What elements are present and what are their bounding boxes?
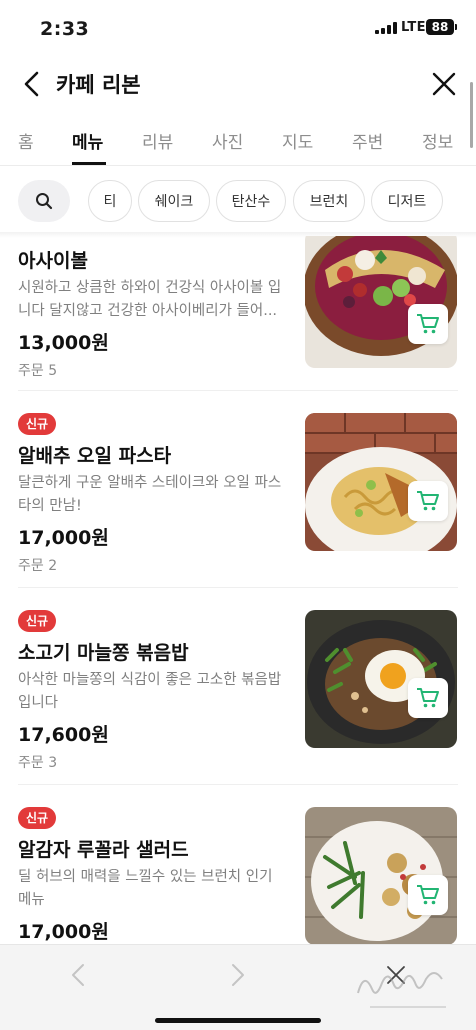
back-button[interactable] xyxy=(16,68,48,100)
tab-home[interactable]: 홈 xyxy=(18,128,34,153)
cart-icon xyxy=(417,491,439,511)
tab-reviews[interactable]: 리뷰 xyxy=(142,128,173,153)
page-title: 카페 리본 xyxy=(56,73,141,97)
cart-icon xyxy=(417,314,439,334)
search-icon xyxy=(36,193,53,210)
menu-item-description: 달큰하게 구운 알배추 스테이크와 오일 파스타의 만남! xyxy=(18,475,282,514)
tab-map[interactable]: 지도 xyxy=(282,128,313,153)
tab-info[interactable]: 정보 xyxy=(422,128,453,153)
menu-item[interactable]: 신규 알배추 오일 파스타 달큰하게 구운 알배추 스테이크와 오일 파스타의 … xyxy=(0,391,476,588)
menu-item-description: 시원하고 상큼한 하와이 건강식 아사이볼 입니다 달지않고 건강한 아사이베리… xyxy=(18,280,282,319)
watermark-logo xyxy=(357,972,446,1008)
menu-item-orders: 주문 2 xyxy=(18,558,58,574)
tab-bar: 홈 메뉴 리뷰 사진 지도 주변 정보 xyxy=(0,120,476,166)
header: 카페 리본 xyxy=(0,60,476,106)
filter-chip-dessert[interactable]: 디저트 xyxy=(371,180,443,222)
menu-item-price: 13,000원 xyxy=(18,332,109,354)
menu-list: 아사이볼 시원하고 상큼한 하와이 건강식 아사이볼 입니다 달지않고 건강한 … xyxy=(0,236,476,944)
filter-bar: 티 쉐이크 탄산수 브런치 디저트 xyxy=(0,180,476,224)
status-time: 2:33 xyxy=(40,18,90,40)
cart-icon xyxy=(417,688,439,708)
add-to-cart-button[interactable] xyxy=(408,875,448,915)
menu-item-photo xyxy=(305,236,457,368)
tab-nearby[interactable]: 주변 xyxy=(352,128,383,153)
chevron-left-icon xyxy=(72,964,84,986)
menu-item[interactable]: 신규 소고기 마늘쫑 볶음밥 아삭한 마늘쫑의 식감이 좋은 고소한 볶음밥 입… xyxy=(0,588,476,785)
active-tab-indicator xyxy=(72,162,106,165)
add-to-cart-button[interactable] xyxy=(408,304,448,344)
menu-item-name: 알감자 루꼴라 샐러드 xyxy=(18,839,189,861)
chevron-right-icon xyxy=(232,964,244,986)
cart-icon xyxy=(417,885,439,905)
menu-item[interactable]: 신규 알감자 루꼴라 샐러드 딜 허브의 매력을 느낄수 있는 브런치 인기 메… xyxy=(0,785,476,944)
chevron-left-icon xyxy=(24,71,39,97)
menu-item-price: 17,000원 xyxy=(18,921,109,943)
menu-item-name: 아사이볼 xyxy=(18,250,88,272)
menu-item-price: 17,000원 xyxy=(18,527,109,549)
search-button[interactable] xyxy=(18,180,70,222)
tab-photos[interactable]: 사진 xyxy=(212,128,243,153)
tab-menu[interactable]: 메뉴 xyxy=(72,128,103,153)
menu-item-price: 17,600원 xyxy=(18,724,109,746)
menu-item-orders: 주문 3 xyxy=(18,755,58,771)
menu-item-description: 아삭한 마늘쫑의 식감이 좋은 고소한 볶음밥 입니다 xyxy=(18,672,282,711)
close-button[interactable] xyxy=(428,68,460,100)
menu-item-name: 알배추 오일 파스타 xyxy=(18,445,172,467)
browser-forward-button[interactable] xyxy=(218,955,258,995)
browser-bottom-bar xyxy=(0,944,476,1030)
status-bar: 2:33 LTE 88 xyxy=(0,0,476,54)
menu-item-name: 소고기 마늘쫑 볶음밥 xyxy=(18,642,189,664)
filter-chip-shake[interactable]: 쉐이크 xyxy=(138,180,210,222)
filter-chip-brunch[interactable]: 브런치 xyxy=(293,180,365,222)
close-icon xyxy=(432,72,456,96)
add-to-cart-button[interactable] xyxy=(408,481,448,521)
menu-item[interactable]: 아사이볼 시원하고 상큼한 하와이 건강식 아사이볼 입니다 달지않고 건강한 … xyxy=(0,236,476,391)
battery-icon: 88 xyxy=(426,19,457,35)
network-type: LTE xyxy=(401,20,426,35)
new-badge: 신규 xyxy=(18,413,56,435)
menu-item-description: 딜 허브의 매력을 느낄수 있는 브런치 인기 메뉴 xyxy=(18,869,273,908)
home-indicator xyxy=(155,1018,321,1023)
menu-item-orders: 주문 5 xyxy=(18,363,58,379)
new-badge: 신규 xyxy=(18,610,56,632)
new-badge: 신규 xyxy=(18,807,56,829)
filter-chip-tea[interactable]: 티 xyxy=(88,180,132,222)
browser-back-button[interactable] xyxy=(58,955,98,995)
signal-icon xyxy=(375,22,397,34)
add-to-cart-button[interactable] xyxy=(408,678,448,718)
filter-chip-sparkling[interactable]: 탄산수 xyxy=(216,180,286,222)
